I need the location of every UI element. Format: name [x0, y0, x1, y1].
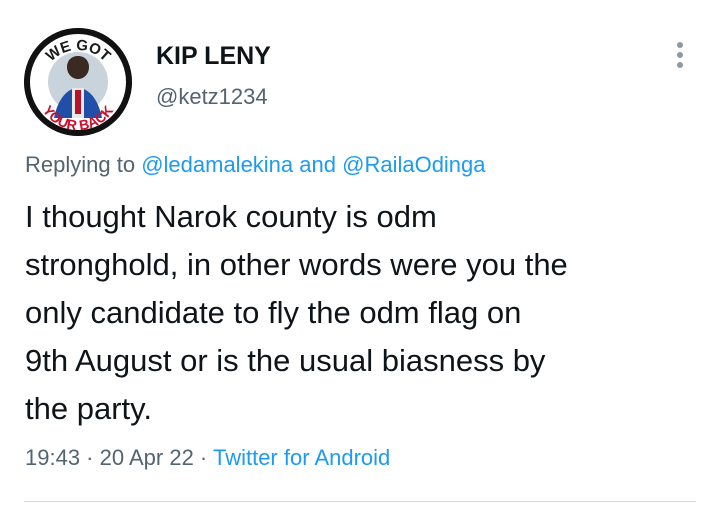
tweet-time[interactable]: 19:43 — [25, 445, 80, 470]
more-options-icon[interactable] — [668, 40, 692, 70]
author-handle[interactable]: @ketz1234 — [156, 84, 268, 110]
mention-link-ledamalekina[interactable]: @ledamalekina — [141, 152, 293, 177]
meta-separator: · — [80, 445, 100, 470]
meta-separator-2: · — [193, 445, 213, 470]
avatar-image: WE GOT YOUR BACK — [24, 28, 132, 136]
tweet-source[interactable]: Twitter for Android — [213, 445, 390, 470]
author-name[interactable]: KIP LENY — [156, 42, 271, 71]
tweet-meta: 19:43 · 20 Apr 22 · Twitter for Android — [25, 445, 390, 471]
avatar[interactable]: WE GOT YOUR BACK — [24, 28, 132, 136]
tweet-date[interactable]: 20 Apr 22 — [100, 445, 194, 470]
tweet-text: I thought Narok county is odm stronghold… — [25, 199, 568, 426]
replying-prefix: Replying to — [25, 152, 142, 177]
tweet-card: WE GOT YOUR BACK KIP LENY @ketz1234 Repl… — [0, 0, 720, 506]
mention-link-railaodinga[interactable]: @RailaOdinga — [342, 152, 485, 177]
mention-conjunction[interactable]: and — [293, 152, 342, 177]
replying-to: Replying to @ledamalekina and @RailaOdin… — [25, 152, 486, 178]
divider — [24, 501, 696, 502]
